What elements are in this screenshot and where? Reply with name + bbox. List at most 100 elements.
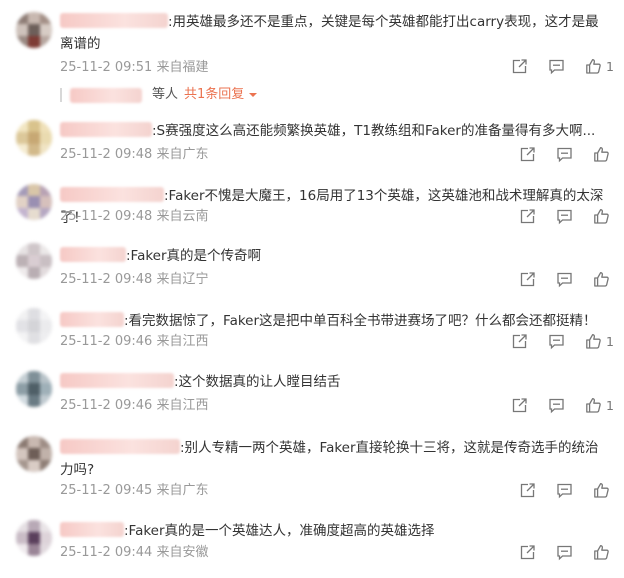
comment-location: 来自安徽 <box>156 545 209 560</box>
comment-button[interactable] <box>548 58 565 75</box>
username[interactable] <box>60 439 180 454</box>
comment-icon <box>549 334 564 350</box>
share-button[interactable] <box>511 397 528 414</box>
like-button[interactable] <box>593 271 614 288</box>
comment-text: :Faker真的是一个英雄达人，准确度超高的英雄选择 <box>60 520 610 542</box>
comment-button[interactable] <box>548 333 565 350</box>
like-icon <box>594 147 609 162</box>
share-icon <box>520 545 535 560</box>
like-count: 1 <box>606 59 614 74</box>
comment-icon <box>549 59 564 75</box>
comment-location: 来自辽宁 <box>156 272 209 287</box>
like-button[interactable]: 1 <box>585 58 614 75</box>
reply-username[interactable] <box>70 87 142 103</box>
avatar[interactable] <box>16 308 52 344</box>
comment-text: :这个数据真的让人瞠目结舌 <box>60 371 610 393</box>
like-button[interactable] <box>593 208 614 225</box>
chevron-down-icon[interactable] <box>248 91 258 99</box>
share-icon <box>520 483 535 498</box>
like-count: 1 <box>606 334 614 349</box>
like-button[interactable] <box>593 146 614 163</box>
comment-time: 25-11-2 09:48 <box>60 147 153 162</box>
comment-text: :S赛强度这么高还能频繁换英雄，T1教练组和Faker的准备量得有多大啊... <box>60 120 610 142</box>
share-button[interactable] <box>519 146 536 163</box>
comment-time: 25-11-2 09:48 <box>60 272 153 287</box>
comment-button[interactable] <box>556 208 573 225</box>
comment-text: :别人专精一两个英雄，Faker直接轮换十三将，这就是传奇选手的统治力吗? <box>60 439 599 478</box>
avatar[interactable] <box>16 184 52 220</box>
username[interactable] <box>60 312 124 327</box>
username[interactable] <box>60 187 164 202</box>
comment-location: 来自广东 <box>156 483 209 498</box>
comment-meta: 25-11-2 09:48 来自广东 <box>60 146 209 164</box>
comment-text: :看完数据惊了，Faker这是把中单百科全书带进赛场了吧？什么都会还都挺精！ <box>60 310 610 332</box>
comment-meta: 25-11-2 09:44 来自安徽 <box>60 544 209 562</box>
like-icon <box>594 545 609 560</box>
like-icon <box>594 209 609 224</box>
avatar[interactable] <box>16 520 52 556</box>
share-button[interactable] <box>519 271 536 288</box>
comment-meta: 25-11-2 09:45 来自广东 <box>60 482 209 500</box>
comment-button[interactable] <box>556 146 573 163</box>
comment-meta: 25-11-2 09:48 来自云南 <box>60 208 209 226</box>
comment-location: 来自云南 <box>156 209 209 224</box>
username[interactable] <box>60 373 174 388</box>
comment-button[interactable] <box>556 482 573 499</box>
comment-icon <box>557 272 572 288</box>
username[interactable] <box>60 13 168 28</box>
like-icon <box>586 59 601 74</box>
username[interactable] <box>60 247 126 262</box>
comment-location: 来自福建 <box>156 60 209 75</box>
comment-text: :Faker真的是个传奇啊 <box>60 245 610 267</box>
comment-actions <box>499 271 614 288</box>
username[interactable] <box>60 122 152 137</box>
like-button[interactable] <box>593 544 614 561</box>
comment-time: 25-11-2 09:48 <box>60 209 153 224</box>
reply-summary: 等人 共1条回复 <box>60 86 258 104</box>
like-button[interactable]: 1 <box>585 397 614 414</box>
share-button[interactable] <box>511 333 528 350</box>
comment-time: 25-11-2 09:46 <box>60 334 153 349</box>
comment-actions: 1 <box>491 333 614 350</box>
comment-meta: 25-11-2 09:46 来自江西 <box>60 397 209 415</box>
share-icon <box>512 398 527 413</box>
share-icon <box>512 59 527 74</box>
username[interactable] <box>60 522 124 537</box>
comment-actions: 1 <box>491 397 614 414</box>
comment-button[interactable] <box>548 397 565 414</box>
like-icon <box>586 334 601 349</box>
comment-location: 来自江西 <box>156 398 209 413</box>
share-icon <box>512 334 527 349</box>
reply-divider <box>60 88 62 102</box>
comment-text: :用英雄最多还不是重点，关键是每个英雄都能打出carry表现，这才是最离谱的 <box>60 13 599 52</box>
like-icon <box>594 483 609 498</box>
comment-button[interactable] <box>556 544 573 561</box>
share-button[interactable] <box>519 482 536 499</box>
comment-icon <box>557 209 572 225</box>
comment-button[interactable] <box>556 271 573 288</box>
view-replies-link[interactable]: 共1条回复 <box>184 86 244 104</box>
comment-icon <box>557 147 572 163</box>
share-button[interactable] <box>519 208 536 225</box>
share-button[interactable] <box>519 544 536 561</box>
like-icon <box>586 398 601 413</box>
comment-location: 来自广东 <box>156 147 209 162</box>
share-button[interactable] <box>511 58 528 75</box>
comment-icon <box>549 398 564 414</box>
like-button[interactable]: 1 <box>585 333 614 350</box>
like-count: 1 <box>606 398 614 413</box>
comment-time: 25-11-2 09:44 <box>60 545 153 560</box>
avatar[interactable] <box>16 436 52 472</box>
comment-meta: 25-11-2 09:48 来自辽宁 <box>60 271 209 289</box>
avatar[interactable] <box>16 371 52 407</box>
avatar[interactable] <box>16 12 52 48</box>
comment-time: 25-11-2 09:51 <box>60 60 153 75</box>
avatar[interactable] <box>16 243 52 279</box>
comment-meta: 25-11-2 09:51 来自福建 <box>60 59 209 77</box>
comment-actions <box>499 208 614 225</box>
avatar[interactable] <box>16 120 52 156</box>
comment-time: 25-11-2 09:46 <box>60 398 153 413</box>
like-button[interactable] <box>593 482 614 499</box>
share-icon <box>520 272 535 287</box>
comment-actions <box>499 146 614 163</box>
